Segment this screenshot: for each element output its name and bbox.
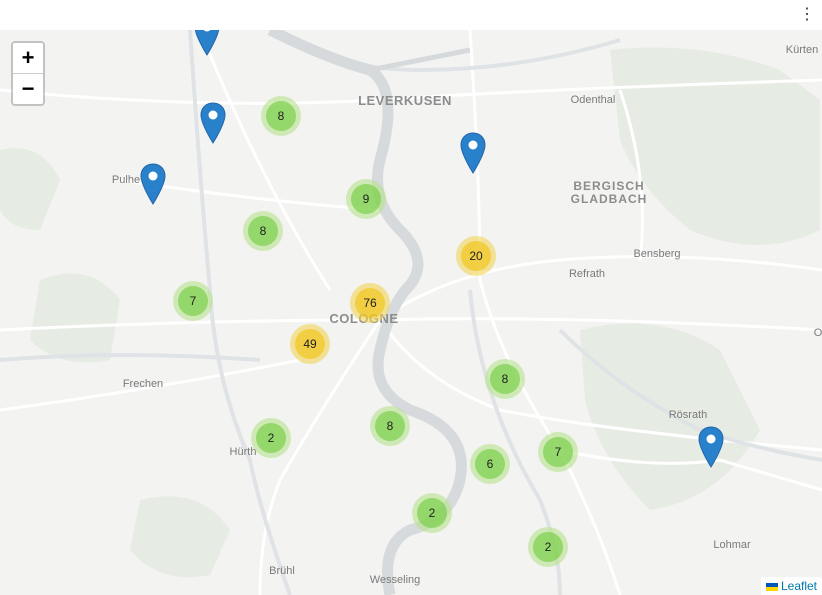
place-hurth: Hürth [229, 446, 257, 458]
place-kurten: Kürten [785, 44, 819, 56]
place-frechen: Frechen [122, 378, 164, 390]
marker-cluster[interactable]: 9 [346, 179, 386, 219]
place-rosrath: Rösrath [668, 409, 708, 421]
marker-cluster[interactable]: 49 [290, 324, 330, 364]
zoom-control: + − [11, 41, 45, 106]
zoom-in-button[interactable]: + [13, 43, 43, 74]
marker-cluster[interactable]: 8 [261, 96, 301, 136]
cluster-count: 76 [355, 288, 385, 318]
cluster-count: 2 [417, 498, 447, 528]
marker-cluster[interactable]: 20 [456, 236, 496, 276]
marker-cluster[interactable]: 8 [485, 359, 525, 399]
marker-cluster[interactable]: 2 [251, 418, 291, 458]
top-bar: ⋮ [0, 0, 822, 30]
cluster-count: 2 [533, 532, 563, 562]
place-bergisch: BERGISCH [573, 179, 645, 193]
cluster-count: 2 [256, 423, 286, 453]
attribution: Leaflet [760, 577, 822, 595]
cluster-count: 7 [543, 437, 573, 467]
cluster-count: 20 [461, 241, 491, 271]
map-pin-icon[interactable] [698, 426, 724, 468]
marker-cluster[interactable]: 6 [470, 444, 510, 484]
marker-cluster[interactable]: 7 [538, 432, 578, 472]
cluster-count: 8 [248, 216, 278, 246]
place-leverkusen: LEVERKUSEN [358, 93, 452, 108]
place-pulheim: Pulhe [111, 174, 141, 186]
place-bensberg: Bensberg [633, 248, 681, 260]
map-pin-icon[interactable] [194, 30, 220, 56]
map-container[interactable]: LEVERKUSEN Odenthal Kürten BERGISCH GLAD… [0, 30, 822, 595]
place-refrath: Refrath [568, 268, 606, 280]
ukraine-flag-icon [765, 582, 778, 591]
cluster-count: 8 [266, 101, 296, 131]
place-odenthal: Odenthal [570, 94, 616, 106]
place-wesseling: Wesseling [369, 574, 421, 586]
map-pin-icon[interactable] [140, 163, 166, 205]
marker-cluster[interactable]: 76 [350, 283, 390, 323]
place-gladbach: GLADBACH [570, 192, 648, 206]
cluster-count: 9 [351, 184, 381, 214]
marker-cluster[interactable]: 2 [528, 527, 568, 567]
cluster-count: 49 [295, 329, 325, 359]
marker-cluster[interactable]: 8 [243, 211, 283, 251]
marker-cluster[interactable]: 2 [412, 493, 452, 533]
leaflet-link[interactable]: Leaflet [781, 579, 817, 593]
cluster-count: 8 [375, 411, 405, 441]
marker-cluster[interactable]: 8 [370, 406, 410, 446]
cluster-count: 6 [475, 449, 505, 479]
cluster-count: 8 [490, 364, 520, 394]
zoom-out-button[interactable]: − [13, 74, 43, 104]
vertical-ellipsis-icon[interactable]: ⋮ [798, 5, 816, 25]
cluster-count: 7 [178, 286, 208, 316]
place-lohmar: Lohmar [713, 539, 751, 551]
marker-cluster[interactable]: 7 [173, 281, 213, 321]
map-pin-icon[interactable] [460, 132, 486, 174]
place-edge-label: O [813, 327, 822, 339]
place-bruhl: Brühl [269, 565, 295, 577]
map-base-layer [0, 30, 822, 595]
map-pin-icon[interactable] [200, 102, 226, 144]
